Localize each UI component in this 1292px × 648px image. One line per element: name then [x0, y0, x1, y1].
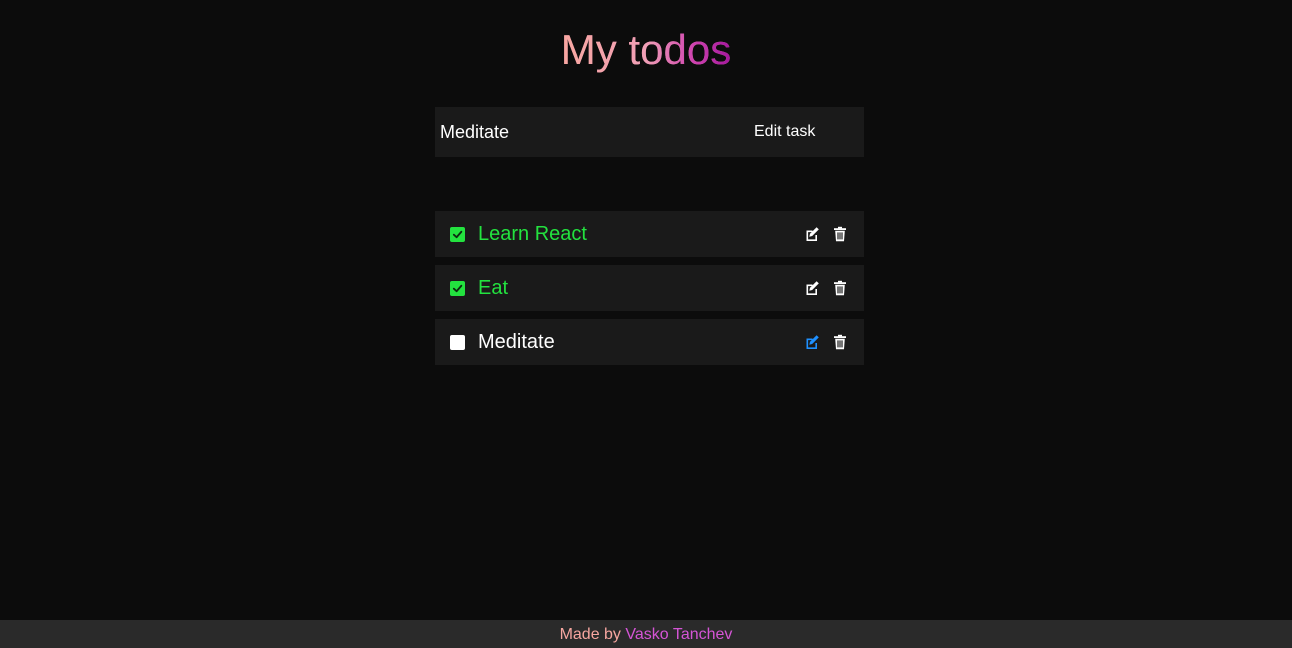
footer-author-link[interactable]: Vasko Tanchev [625, 626, 732, 643]
todo-text: Eat [478, 276, 509, 299]
footer: Made by Vasko Tanchev [0, 620, 1292, 648]
todo-actions [792, 334, 848, 350]
app-root: My todos Edit task Learn React [0, 0, 1292, 648]
check-icon [452, 284, 463, 292]
page-title: My todos [0, 24, 1292, 76]
todo-item: Eat [435, 265, 864, 311]
todo-actions [792, 226, 848, 242]
todo-text: Learn React [478, 222, 587, 245]
edit-task-input[interactable] [435, 107, 744, 157]
edit-icon[interactable] [804, 226, 820, 242]
check-icon [452, 230, 463, 238]
todo-checkbox[interactable] [450, 280, 465, 296]
todo-checkbox[interactable] [450, 334, 465, 350]
todo-checkbox[interactable] [450, 226, 465, 242]
edit-task-form: Edit task [435, 107, 864, 157]
todo-list: Learn React Eat Meditate [435, 211, 864, 373]
page-title-text: My todos [561, 24, 731, 76]
todo-text: Meditate [478, 330, 555, 353]
trash-icon[interactable] [832, 226, 848, 242]
trash-icon[interactable] [832, 334, 848, 350]
footer-made-by: Made by [559, 626, 621, 643]
todo-item: Meditate [435, 319, 864, 365]
todo-actions [792, 280, 848, 296]
edit-icon[interactable] [804, 334, 820, 350]
edit-icon[interactable] [804, 280, 820, 296]
todo-item: Learn React [435, 211, 864, 257]
edit-task-button[interactable]: Edit task [744, 107, 864, 157]
trash-icon[interactable] [832, 280, 848, 296]
